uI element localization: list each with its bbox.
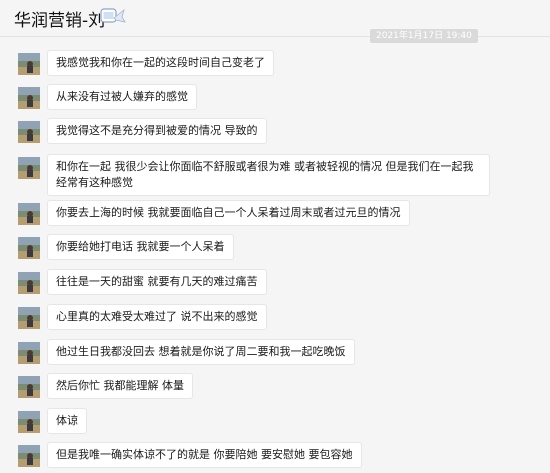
message-bubble[interactable]: 但是我唯一确实体谅不了的就是 你要陪她 要安慰她 要包容她 [47,442,362,468]
avatar[interactable] [18,203,40,225]
avatar[interactable] [18,307,40,329]
avatar[interactable] [18,157,40,179]
message-bubble[interactable]: 和你在一起 我很少会让你面临不舒服或者很为难 或者被轻视的情况 但是我们在一起我… [47,154,490,196]
message-bubble[interactable]: 他过生日我都没回去 想着就是你说了周二要和我一起吃晚饭 [47,339,355,365]
message-bubble[interactable]: 体谅 [47,408,87,434]
message-bubble[interactable]: 我感觉我和你在一起的这段时间自己变老了 [47,50,274,76]
avatar[interactable] [18,376,40,398]
avatar[interactable] [18,272,40,294]
avatar[interactable] [18,53,40,75]
message-bubble[interactable]: 然后你忙 我都能理解 体量 [47,373,193,399]
avatar[interactable] [18,342,40,364]
message-bubble[interactable]: 我觉得这不是充分得到被爱的情况 导致的 [47,118,267,144]
message-bubble[interactable]: 往往是一天的甜蜜 就要有几天的难过痛苦 [47,269,267,295]
timestamp-badge: 2021年1月17日 19:40 [370,29,478,43]
message-bubble[interactable]: 你要给她打电话 我就要一个人呆着 [47,234,234,260]
avatar[interactable] [18,411,40,433]
message-bubble[interactable]: 心里真的太难受太难过了 说不出来的感觉 [47,304,267,330]
avatar[interactable] [18,87,40,109]
emoji-icon [100,8,126,23]
avatar[interactable] [18,237,40,259]
avatar[interactable] [18,445,40,467]
avatar[interactable] [18,121,40,143]
chat-title: 华润营销-刘 [14,11,106,31]
message-bubble[interactable]: 你要去上海的时候 我就要面临自己一个人呆着过周末或者过元旦的情况 [47,200,410,226]
message-bubble[interactable]: 从来没有过被人嫌弃的感觉 [47,84,197,110]
